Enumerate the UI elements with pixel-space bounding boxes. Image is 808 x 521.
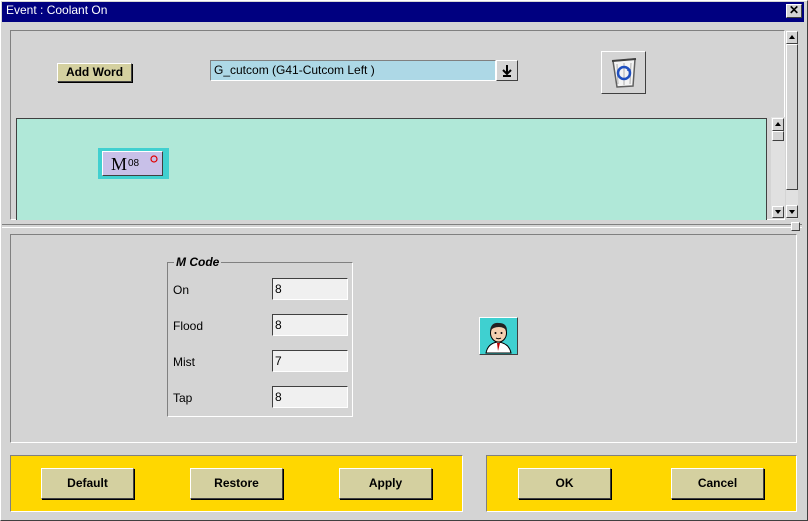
panel-scroll-thumb[interactable] [786,44,798,190]
close-icon: ✕ [788,3,800,17]
mist-label: Mist [173,355,195,369]
word-chip-marker-icon [150,155,158,163]
delete-word-button[interactable] [601,51,646,94]
mist-field[interactable]: 7 [272,350,348,372]
cancel-button[interactable]: Cancel [671,468,764,499]
word-chip-letter: M [111,154,128,174]
close-button[interactable]: ✕ [786,4,802,18]
panel-scroll-up-button[interactable] [786,31,798,44]
panel-scroll-down-button[interactable] [786,205,798,218]
restore-button[interactable]: Restore [190,468,283,499]
add-word-button[interactable]: Add Word [57,63,132,82]
word-area-scroll-up-button[interactable] [772,118,784,131]
user-avatar-icon [485,322,512,354]
scroll-up-icon [789,35,795,39]
properties-panel [10,234,797,443]
on-field[interactable]: 8 [272,278,348,300]
title-bar[interactable] [2,2,804,22]
recycle-bin-icon [611,58,637,88]
word-chip-m08[interactable]: M 08 [102,151,163,176]
word-select-dropdown-button[interactable] [496,60,518,81]
on-label: On [173,283,190,297]
panel-splitter[interactable] [2,224,802,228]
flood-label: Flood [173,319,204,333]
apply-button[interactable]: Apply [339,468,432,499]
tap-label: Tap [173,391,193,405]
tap-field[interactable]: 8 [272,386,348,408]
word-area-scroll-thumb[interactable] [772,131,784,141]
flood-field[interactable]: 8 [272,314,348,336]
ok-button[interactable]: OK [518,468,611,499]
word-select-combo[interactable]: G_cutcom (G41-Cutcom Left ) [210,60,496,81]
window-title: Event : Coolant On [6,3,108,17]
splitter-handle[interactable] [791,222,800,231]
scroll-down-icon [775,210,781,214]
default-button[interactable]: Default [41,468,134,499]
mcode-group-title: M Code [174,255,222,269]
scroll-up-icon [775,122,781,126]
word-area-scroll-down-button[interactable] [772,206,784,218]
word-chip-number: 08 [128,158,140,169]
user-button[interactable] [479,317,518,355]
dropdown-arrow-icon [502,65,512,77]
scroll-down-icon [789,210,795,214]
